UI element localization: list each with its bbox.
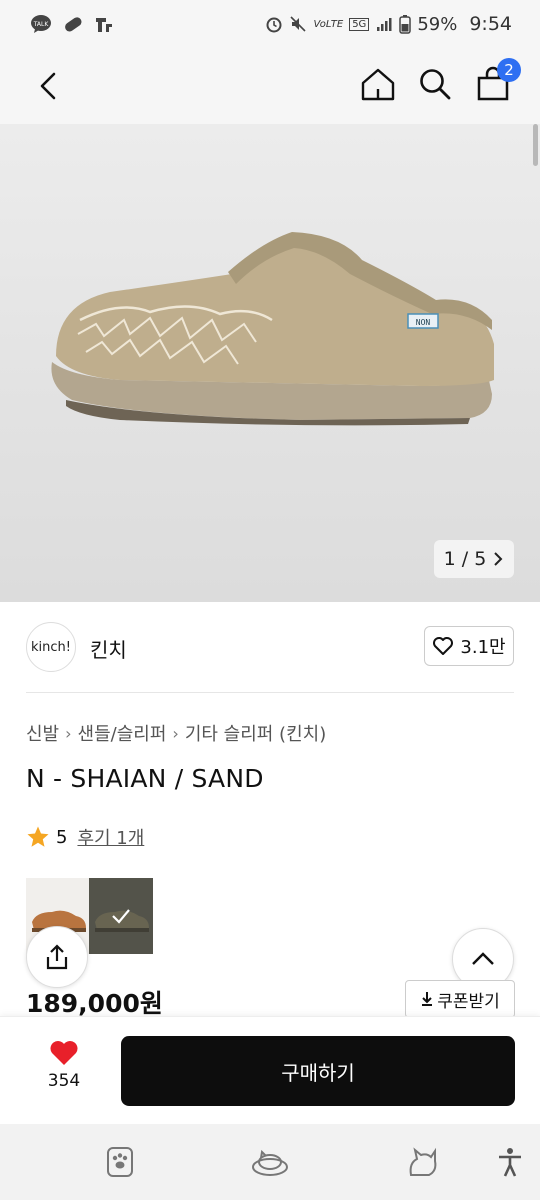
share-button[interactable]	[26, 926, 88, 988]
status-bar: TALK VoLTE 5G 59% 9:54	[0, 0, 540, 48]
heart-outline-icon	[433, 637, 454, 655]
purchase-bar: 354 구매하기	[0, 1016, 540, 1124]
alarm-icon	[265, 15, 283, 33]
product-photo: NON	[51, 232, 494, 426]
rating-row: 5 후기 1개	[26, 824, 144, 850]
chevron-right-icon: ›	[172, 723, 179, 743]
divider	[26, 692, 514, 693]
product-image-gallery[interactable]: NON 1 / 5	[0, 124, 540, 602]
download-icon	[422, 992, 433, 1006]
home-nav-button[interactable]	[250, 1142, 290, 1182]
pager-label: 1 / 5	[443, 548, 487, 570]
product-price: 189,000원	[26, 989, 163, 1018]
coupon-button[interactable]: 쿠폰받기	[405, 980, 515, 1018]
app-icon	[94, 14, 114, 34]
product-title: N - SHAIAN / SAND	[26, 764, 264, 793]
star-icon	[27, 826, 49, 847]
status-left: TALK	[30, 14, 114, 34]
checkmark-icon	[112, 909, 130, 924]
breadcrumb-item[interactable]: 샌들/슬리퍼	[78, 720, 167, 746]
svg-text:TALK: TALK	[33, 21, 50, 28]
chevron-up-icon	[472, 952, 494, 965]
mute-icon	[289, 15, 307, 33]
signal-icon	[375, 15, 393, 33]
shop-name[interactable]: 킨치	[90, 634, 127, 663]
battery-percent: 59%	[417, 13, 458, 35]
breadcrumb: 신발 › 샌들/슬리퍼 › 기타 슬리퍼 (킨치)	[26, 720, 326, 746]
accessibility-button[interactable]	[490, 1142, 530, 1182]
back-nav-button[interactable]	[402, 1142, 442, 1182]
chevron-right-icon	[494, 552, 503, 566]
cat-icon	[409, 1147, 437, 1176]
cart-button[interactable]: 2	[473, 58, 521, 106]
battery-icon	[399, 14, 412, 34]
back-arrow-icon	[40, 72, 56, 100]
product-tag-text: NON	[416, 318, 431, 327]
status-right: VoLTE 5G 59% 9:54	[265, 13, 512, 35]
breadcrumb-item[interactable]: 신발	[26, 720, 59, 746]
accessibility-icon	[499, 1148, 521, 1177]
volte-icon: VoLTE	[313, 18, 344, 30]
cart-count-badge: 2	[497, 58, 521, 82]
pill-icon	[62, 14, 84, 34]
share-icon	[46, 944, 68, 970]
search-button[interactable]	[415, 62, 455, 106]
paw-icon	[107, 1147, 133, 1177]
shop-avatar-text: kinch!	[31, 639, 71, 655]
buy-button[interactable]: 구매하기	[121, 1036, 515, 1106]
wish-count: 354	[47, 1071, 81, 1091]
search-icon	[420, 69, 451, 100]
shop-avatar[interactable]: kinch!	[26, 622, 76, 672]
review-link[interactable]: 후기 1개	[77, 824, 144, 850]
sleeping-cat-icon	[252, 1149, 288, 1176]
back-button[interactable]	[30, 66, 66, 106]
shop-row: kinch! 킨치 3.1만	[26, 622, 514, 672]
scrollbar[interactable]	[533, 124, 538, 166]
rating-value: 5	[56, 826, 68, 848]
shop-like-count: 3.1만	[460, 637, 506, 658]
coupon-label: 쿠폰받기	[437, 991, 500, 1012]
heart-filled-icon	[50, 1041, 78, 1065]
breadcrumb-item[interactable]: 기타 슬리퍼 (킨치)	[185, 720, 326, 746]
option-thumbnail-selected[interactable]	[89, 878, 153, 954]
selected-overlay	[89, 878, 153, 954]
gallery-pager[interactable]: 1 / 5	[434, 540, 514, 578]
chevron-right-icon: ›	[65, 723, 72, 743]
network-5g-icon: 5G	[349, 17, 370, 31]
home-icon	[361, 68, 395, 101]
talk-icon: TALK	[30, 14, 52, 34]
clock: 9:54	[469, 13, 512, 35]
home-button[interactable]	[358, 62, 398, 106]
system-navigation-bar	[0, 1124, 540, 1200]
app-header: 2	[0, 48, 540, 124]
shop-like-button[interactable]: 3.1만	[424, 626, 514, 666]
wish-button[interactable]: 354	[34, 1039, 94, 1103]
recents-button[interactable]	[100, 1142, 140, 1182]
